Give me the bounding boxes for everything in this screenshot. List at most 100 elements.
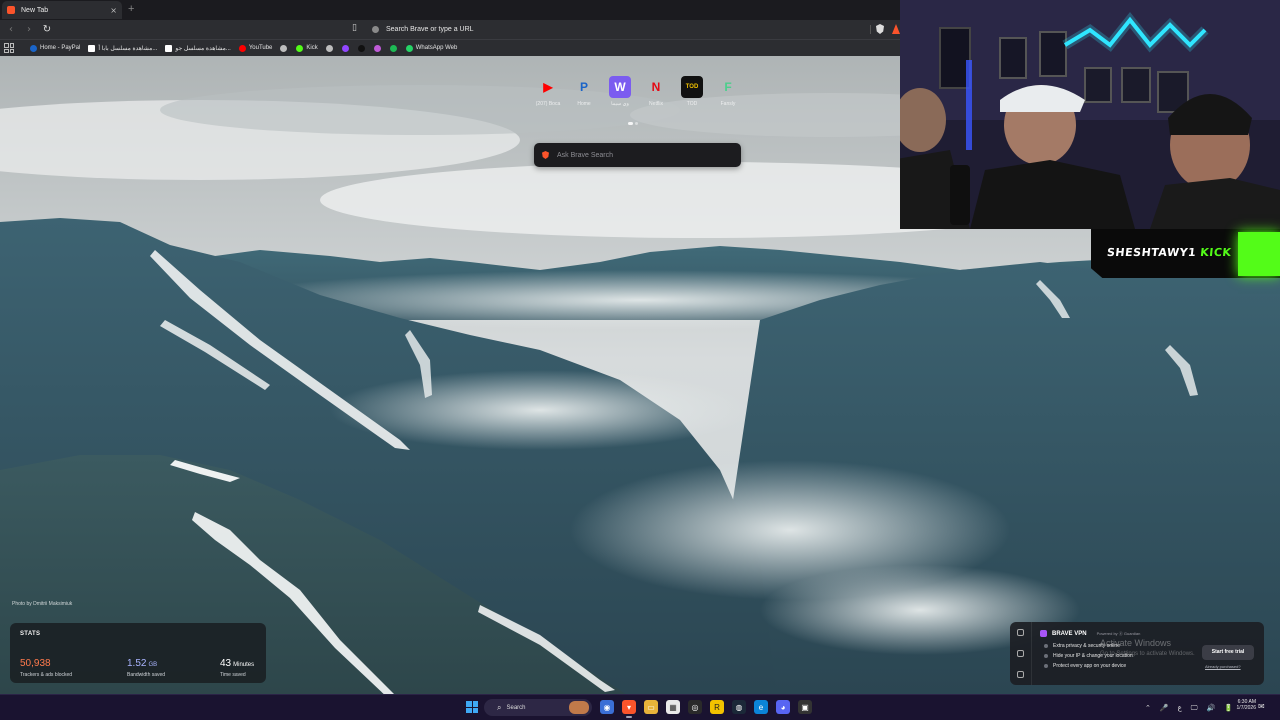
search-highlight-icon [569,701,589,714]
discord-icon[interactable]: ◕ [776,700,790,714]
bookmark-item[interactable] [389,44,400,52]
bullet-icon [1044,654,1048,658]
time-stat: 43 Minutes Time saved [220,651,254,678]
top-site-tile[interactable]: F Fansly [710,76,746,107]
start-free-trial-button[interactable]: Start free trial [1202,645,1254,660]
cards-widget-icon[interactable] [1017,671,1024,678]
bandwidth-value: 1.52 [127,658,147,669]
forward-button[interactable]: › [22,23,36,37]
trackers-label: Trackers & ads blocked [20,672,73,678]
bookmark-item[interactable]: مشاهدة مسلسل بابا أ... [88,44,157,52]
taskbar-search[interactable]: ⌕ Search [484,699,592,716]
new-tab-button[interactable]: + [128,3,134,15]
top-site-tile[interactable]: N Netflix [638,76,674,107]
steam-icon[interactable]: ◍ [732,700,746,714]
top-site-label: (207) Boca [535,101,561,107]
stats-widget: STATS 50,938 Trackers & ads blocked 1.52… [10,623,266,683]
top-site-label: Home [577,101,591,107]
youtube-icon: ▶ [543,80,553,94]
bookmark-item[interactable]: Home - PayPal [30,44,80,52]
vpn-widget-icon[interactable] [1017,629,1024,636]
vpn-header: BRAVE VPN Powered by ⓖ Guardian [1040,630,1140,637]
bullet-icon [1044,644,1048,648]
chrome-icon[interactable]: ◎ [688,700,702,714]
top-site-tile[interactable]: TOD TOD [674,76,710,107]
bookmark-item[interactable] [357,44,368,52]
brave-rewards-icon[interactable] [892,24,900,34]
bookmark-item[interactable]: WhatsApp Web [405,44,458,52]
tab-new-tab[interactable]: New Tab × [2,1,122,19]
notification-icon[interactable]: ✉ [1258,702,1265,711]
tray-icon[interactable]: ع [1178,704,1182,712]
bookmark-item[interactable] [341,44,352,52]
bookmark-icon[interactable]: ▯ [352,23,362,35]
close-tab-icon[interactable]: × [110,6,117,15]
brave-search-icon [542,151,549,159]
wecima-icon: W [609,76,631,98]
bookmark-label: مشاهدة مسلسل جو... [175,45,231,52]
tab-title: New Tab [21,6,49,14]
activate-windows-watermark: Activate Windows [1100,638,1172,648]
file-explorer-icon[interactable]: ▭ [644,700,658,714]
microsoft-store-icon[interactable]: ▦ [666,700,680,714]
brave-shields-icon[interactable] [876,24,884,34]
activate-windows-hint: Go to Settings to activate Windows. [1100,651,1195,657]
vpn-powered-by: Powered by ⓖ Guardian [1096,630,1141,636]
bookmark-item[interactable]: مشاهدة مسلسل جو... [165,44,231,52]
app-r-icon[interactable]: R [710,700,724,714]
terminal-icon[interactable]: ▣ [798,700,812,714]
fansly-icon: F [724,80,732,94]
apps-grid-icon[interactable] [4,43,14,53]
whatsapp-icon [405,44,413,52]
address-bar-placeholder: Search Brave or type a URL [386,26,474,33]
top-site-tile[interactable]: P Home [566,76,602,107]
page-icon [88,44,96,52]
address-bar[interactable]: Search Brave or type a URL [368,22,868,37]
time-value: 43 [220,658,232,669]
tray-icon[interactable]: 🖵 [1191,704,1198,713]
photo-credit[interactable]: Photo by Dmitrii Maksimiuk [12,601,72,607]
page-icon [165,44,173,52]
kick-logo-block [1238,232,1280,276]
bandwidth-unit: GB [148,662,158,668]
tray-icon[interactable]: ⌃ [1145,704,1151,712]
toolbar-divider [870,25,871,34]
paypal-icon: P [579,80,588,94]
bookmark-item[interactable]: Kick [296,44,318,52]
copilot-icon[interactable]: ◉ [600,700,614,714]
vpn-logo-icon [1040,630,1047,637]
top-sites-pager[interactable] [628,122,640,125]
windows-start-icon[interactable] [466,701,478,713]
bookmark-item[interactable] [325,44,336,52]
tray-icon[interactable]: 🔊 [1207,704,1216,712]
already-purchased-link[interactable]: Already purchased? [1205,664,1241,669]
browser-toolbar: ‹ › ↻ ▯ Search Brave or type a URL [0,20,900,39]
globe-icon [280,44,288,52]
bookmark-item[interactable] [280,44,290,52]
top-site-tile[interactable]: W وي سيما [602,76,638,107]
bookmark-label: WhatsApp Web [415,45,458,51]
tab-strip: New Tab × + [0,0,900,20]
widget-rail [1010,622,1032,685]
site-info-icon[interactable] [372,26,379,33]
windows-taskbar: ⌕ Search ◉ ▾ ▭ ▦ ◎ R ◍ e ◕ ▣ ⌃ 🎤 ع 🖵 🔊 🔋 6:30… [0,694,1280,720]
taskbar-clock[interactable]: 6:30 AM 1/7/2026 [1226,699,1256,711]
top-site-label: وي سيما [611,101,629,107]
edge-icon[interactable]: e [754,700,768,714]
top-site-label: TOD [686,101,698,107]
trackers-value: 50,938 [20,658,51,669]
spotify-icon [389,44,397,52]
twitch-icon [341,44,349,52]
back-button[interactable]: ‹ [4,23,18,37]
netflix-icon: N [651,80,661,94]
tod-icon: TOD [681,76,703,98]
brave-search-box[interactable]: Ask Brave Search [534,143,741,167]
tray-icon[interactable]: 🎤 [1160,704,1169,712]
news-widget-icon[interactable] [1017,650,1024,657]
top-site-tile[interactable]: ▶ (207) Boca [530,76,566,107]
bookmark-item[interactable] [373,44,384,52]
bandwidth-stat: 1.52 GB Bandwidth saved [127,651,165,678]
reload-button[interactable]: ↻ [40,23,54,37]
brave-taskbar-icon[interactable]: ▾ [622,700,636,718]
bookmark-item[interactable]: YouTube [238,44,272,52]
